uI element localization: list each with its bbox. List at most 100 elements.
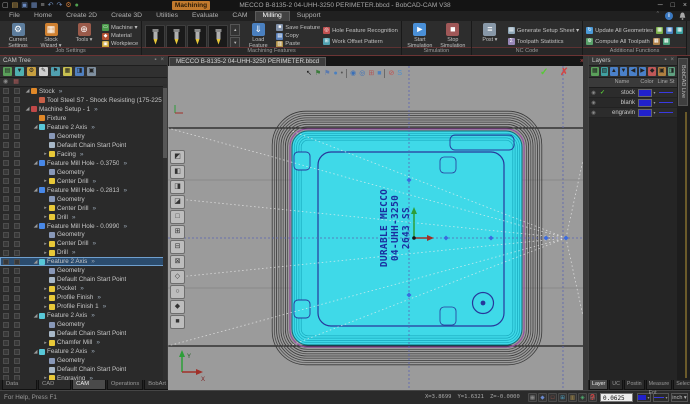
tool-holder-icon[interactable] (145, 25, 165, 49)
tree-regen-icon[interactable]: ⚙ (27, 67, 36, 76)
tab-create-2d[interactable]: Create 2D (59, 11, 104, 21)
tools-button[interactable]: ⊕Tools ▾ (69, 22, 99, 43)
tool-holder-icon[interactable] (187, 25, 207, 49)
expand-arrow-icon[interactable]: ▸ (42, 151, 49, 157)
toolpath-statistics-button[interactable]: ΣToolpath Statistics (508, 38, 579, 45)
tree-row[interactable]: ◢Feature Mill Hole - 0.0990» (0, 222, 167, 231)
panel-tab-cam-tree[interactable]: CAM Tree (72, 380, 106, 390)
view-left-button[interactable]: □ (170, 210, 185, 224)
scroll-up-icon[interactable]: ▲ (230, 24, 240, 36)
tree-row[interactable]: ◢Feature 2 Axis» (0, 347, 167, 356)
post-checkbox[interactable] (3, 178, 9, 184)
tree-row[interactable]: ◢Feature 2 Axis» (0, 311, 167, 320)
visibility-checkbox[interactable] (14, 367, 20, 373)
post-checkbox[interactable] (3, 313, 9, 319)
tree-report-icon[interactable]: ▣ (87, 67, 96, 76)
minimize-button[interactable]: ─ (658, 2, 663, 9)
panel-tab-data-entry[interactable]: Data Entry (2, 380, 37, 390)
post-checkbox[interactable] (3, 286, 9, 292)
tree-row[interactable]: ▸Center Drill» (0, 239, 167, 248)
collapse-arrow-icon[interactable]: ◢ (32, 313, 39, 319)
tree-row[interactable]: Geometry (0, 195, 167, 204)
tree-row[interactable]: ▸Drill» (0, 248, 167, 257)
copy-button[interactable]: ▤Copy (276, 33, 320, 40)
forward-arrows-icon[interactable]: » (94, 106, 98, 113)
panel-tab-postin[interactable]: Postin (624, 380, 645, 390)
expand-arrow-icon[interactable]: ▸ (42, 286, 49, 292)
cam-tree-scrollbar[interactable] (163, 84, 167, 380)
layer-delete-icon[interactable]: ▧ (601, 67, 609, 76)
forward-arrows-icon[interactable]: » (123, 160, 127, 167)
post-checkbox[interactable] (3, 187, 9, 193)
tab-utilities[interactable]: Utilities (149, 11, 185, 21)
post-checkbox[interactable] (3, 358, 9, 364)
extra-function-icon[interactable]: ▦ (676, 27, 683, 34)
pan-view-button[interactable]: ◆ (170, 300, 185, 314)
grid-toggle-icon[interactable]: ▦ (528, 393, 537, 402)
layer-visibility-icon[interactable]: ▥ (568, 393, 577, 402)
expand-arrow-icon[interactable]: ▸ (42, 178, 49, 184)
tree-row[interactable]: Geometry (0, 266, 167, 275)
tree-row[interactable]: ◢Feature 2 Axis» (0, 123, 167, 132)
zoom-selected-icon[interactable]: ◉ (350, 68, 356, 79)
visibility-checkbox[interactable] (14, 268, 20, 274)
visibility-checkbox[interactable] (14, 277, 20, 283)
tree-row[interactable]: Default Chain Start Point (0, 275, 167, 284)
post-checkbox[interactable] (3, 232, 9, 238)
view-right-button[interactable]: ◪ (170, 195, 185, 209)
save-file-icon[interactable]: ▣ (21, 2, 28, 9)
tree-row[interactable]: ▸Facing» (0, 150, 167, 159)
generate-setup-sheet-button[interactable]: ▤Generate Setup Sheet ▾ (508, 27, 579, 34)
post-checkbox[interactable] (3, 88, 9, 94)
post-checkbox[interactable] (3, 196, 9, 202)
tree-row[interactable]: ▸Center Drill» (0, 177, 167, 186)
forward-arrows-icon[interactable]: » (123, 223, 127, 230)
visibility-checkbox[interactable] (14, 322, 20, 328)
collapse-arrow-icon[interactable]: ◢ (24, 106, 31, 112)
no-entity-icon[interactable]: ⊘ (388, 68, 394, 79)
visibility-checkbox[interactable] (14, 259, 20, 265)
layer-new-icon[interactable]: ▦ (591, 67, 599, 76)
view-front-button[interactable]: ◨ (170, 180, 185, 194)
shade-mode-button[interactable]: ■ (170, 315, 185, 329)
post-checkbox[interactable] (3, 124, 9, 130)
point-select-icon[interactable]: • (341, 68, 343, 79)
tree-row[interactable]: Default Chain Start Point (0, 329, 167, 338)
tab-milling[interactable]: Milling (255, 11, 290, 21)
settings-icon[interactable]: ⚙ (65, 2, 71, 9)
confirm-button[interactable]: ✓ (540, 67, 548, 78)
visibility-checkbox[interactable] (14, 196, 20, 202)
panel-tab-cad-tree[interactable]: CAD Tree (38, 380, 71, 390)
visibility-checkbox[interactable] (14, 124, 20, 130)
close-button[interactable]: × (683, 2, 687, 9)
stock-wizard-button[interactable]: ▦Stock Wizard ▾ (36, 22, 66, 49)
expand-arrow-icon[interactable]: ▸ (42, 205, 49, 211)
post-checkbox[interactable] (3, 295, 9, 301)
ortho-toggle-icon[interactable]: □ (548, 393, 557, 402)
visibility-eye-icon[interactable]: ◉ (589, 100, 598, 106)
tree-row[interactable]: ▸Profile Finish 1» (0, 302, 167, 311)
tree-edit-icon[interactable]: ✎ (39, 67, 48, 76)
update-all-geometries-button[interactable]: ↻Update All Geometries▦▦▦ (586, 27, 683, 34)
collapse-arrow-icon[interactable]: ◢ (32, 187, 39, 193)
stop-simulation-button[interactable]: ■Stop Simulation (438, 22, 468, 49)
panel-tab-uc[interactable]: UC (609, 380, 623, 390)
redo-icon[interactable]: ↷ (56, 2, 62, 9)
tab-file[interactable]: File (2, 11, 27, 21)
tree-row[interactable]: Tool Steel S7 - Shock Resisting (175-225… (0, 96, 167, 105)
panel-splitter[interactable] (583, 56, 588, 390)
ucs-toggle-icon[interactable]: ◈ (578, 393, 587, 402)
rotate-view-button[interactable]: ○ (170, 285, 185, 299)
visibility-checkbox[interactable] (14, 241, 20, 247)
tree-row[interactable]: Geometry (0, 132, 167, 141)
context-help-icon[interactable]: ? (590, 391, 595, 404)
panel-tab-selectio[interactable]: Selectio (673, 380, 690, 390)
pointer-icon[interactable]: ↖ (306, 68, 312, 79)
expand-arrow-icon[interactable]: ▸ (42, 340, 49, 346)
layer-thumb-icon[interactable]: ◨ (668, 67, 676, 76)
visibility-checkbox[interactable] (14, 115, 20, 121)
forward-arrows-icon[interactable]: » (123, 187, 127, 194)
collapse-arrow-icon[interactable]: ◢ (24, 88, 31, 94)
forward-arrows-icon[interactable]: » (93, 205, 97, 212)
panel-tab-measure-ent[interactable]: Measure Ent (646, 380, 673, 390)
